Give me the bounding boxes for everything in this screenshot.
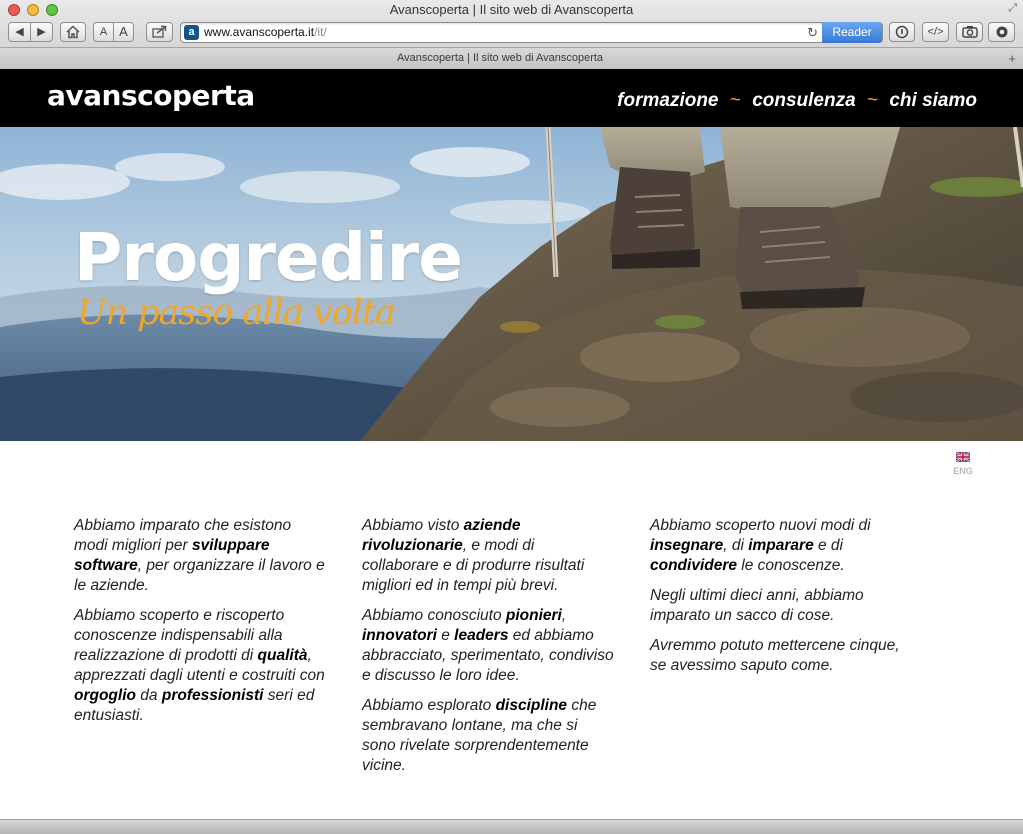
text-run: , di xyxy=(723,537,749,554)
text-run-bold: pionieri xyxy=(505,607,562,624)
paragraph: Abbiamo scoperto nuovi modi di insegnare… xyxy=(650,516,902,576)
text-run-bold: imparare xyxy=(748,537,814,554)
decrease-font-button[interactable]: A xyxy=(93,22,114,42)
text-run: e di xyxy=(813,537,844,554)
info-circle-icon xyxy=(895,25,909,39)
reload-icon[interactable]: ↻ xyxy=(807,23,818,42)
home-button[interactable] xyxy=(60,22,86,42)
window-bottom-edge xyxy=(0,819,1023,834)
column-1: Abbiamo imparato che esistono modi migli… xyxy=(74,516,326,736)
site-header: avanscoperta formazione ~ consulenza ~ c… xyxy=(0,69,1023,127)
url-text[interactable]: www.avanscoperta.it/it/ xyxy=(204,23,327,42)
text-run: le conoscenze. xyxy=(737,557,845,574)
paragraph: Abbiamo visto aziende rivoluzionarie, e … xyxy=(362,516,614,596)
forward-arrow-icon: ▶ xyxy=(37,26,46,38)
paragraph: Negli ultimi dieci anni, abbiamo imparat… xyxy=(650,586,902,626)
language-label: ENG xyxy=(953,466,973,476)
column-3: Abbiamo scoperto nuovi modi di insegnare… xyxy=(650,516,902,686)
minimize-window-button[interactable] xyxy=(27,4,39,16)
nav-separator: ~ xyxy=(729,90,741,111)
column-2: Abbiamo visto aziende rivoluzionarie, e … xyxy=(362,516,614,786)
nav-chi-siamo[interactable]: chi siamo xyxy=(889,90,977,112)
paragraph: Abbiamo imparato che esistono modi migli… xyxy=(74,516,326,596)
site-logo[interactable]: avanscoperta xyxy=(47,79,255,112)
url-path: /it/ xyxy=(314,25,327,39)
text-run: Avremmo potuto mettercene cinque, se ave… xyxy=(650,637,900,674)
hero-tagline: Un passo alla volta xyxy=(77,293,396,333)
nav-formazione[interactable]: formazione xyxy=(617,90,718,112)
text-run: Abbiamo scoperto nuovi modi di xyxy=(650,517,871,534)
paragraph: Abbiamo conosciuto pionieri, innovatori … xyxy=(362,606,614,686)
window-title: Avanscoperta | Il sito web di Avanscoper… xyxy=(389,2,634,17)
text-run-bold: condividere xyxy=(650,557,737,574)
text-run: Negli ultimi dieci anni, abbiamo imparat… xyxy=(650,587,864,624)
text-run: Abbiamo scoperto e riscoperto conoscenze… xyxy=(74,607,285,664)
nav-separator: ~ xyxy=(866,90,879,111)
browser-chrome: Avanscoperta | Il sito web di Avanscoper… xyxy=(0,0,1023,69)
uk-flag-icon xyxy=(956,452,970,462)
text-run-bold: insegnare xyxy=(650,537,724,554)
zoom-window-button[interactable] xyxy=(46,4,58,16)
back-arrow-icon: ◀ xyxy=(15,26,24,38)
record-circle-icon xyxy=(996,26,1007,38)
increase-font-button[interactable]: A xyxy=(113,22,134,42)
share-icon xyxy=(152,25,167,38)
language-switch[interactable]: ENG xyxy=(952,452,974,476)
reader-button[interactable]: Reader xyxy=(822,22,882,43)
paragraph: Abbiamo esplorato discipline che sembrav… xyxy=(362,696,614,776)
text-run-bold: qualità xyxy=(257,647,308,664)
text-run: e xyxy=(436,627,455,644)
back-button[interactable]: ◀ xyxy=(8,22,31,42)
main-nav: formazione ~ consulenza ~ chi siamo xyxy=(617,90,977,112)
tab-bar: Avanscoperta | Il sito web di Avanscoper… xyxy=(0,47,1023,69)
screenshot-button[interactable] xyxy=(956,22,983,42)
developer-button[interactable]: </> xyxy=(922,22,949,42)
text-run-bold: leaders xyxy=(454,627,509,644)
url-host: www.avanscoperta.it xyxy=(204,25,315,39)
text-run: Abbiamo esplorato xyxy=(362,697,496,714)
text-run: da xyxy=(136,687,162,704)
text-run-bold: orgoglio xyxy=(74,687,136,704)
text-run-bold: discipline xyxy=(495,697,568,714)
paragraph: Avremmo potuto mettercene cinque, se ave… xyxy=(650,636,902,676)
nav-consulenza[interactable]: consulenza xyxy=(752,90,855,112)
toolbar: ◀ ▶ A A a www.avanscoperta.it/it/ ↻ Read… xyxy=(0,21,1023,45)
tab-active[interactable]: Avanscoperta | Il sito web di Avanscoper… xyxy=(0,48,1000,69)
fullscreen-icon[interactable]: ⤢ xyxy=(1008,2,1017,15)
camera-icon xyxy=(961,26,978,38)
close-window-button[interactable] xyxy=(8,4,20,16)
text-run: Abbiamo conosciuto xyxy=(362,607,506,624)
text-run: , xyxy=(561,607,567,624)
text-run-bold: innovatori xyxy=(362,627,437,644)
extension-button[interactable] xyxy=(988,22,1015,42)
home-icon xyxy=(66,25,80,39)
forward-button[interactable]: ▶ xyxy=(30,22,53,42)
text-run-bold: professionisti xyxy=(161,687,264,704)
new-tab-icon[interactable]: + xyxy=(1008,48,1016,69)
text-run: Abbiamo visto xyxy=(362,517,464,534)
site-favicon: a xyxy=(184,25,199,40)
downloads-button[interactable] xyxy=(889,22,915,42)
hero-title: Progredire xyxy=(74,219,463,296)
hero-banner: Progredire Un passo alla volta xyxy=(0,127,1023,441)
share-button[interactable] xyxy=(146,22,173,42)
paragraph: Abbiamo scoperto e riscoperto conoscenze… xyxy=(74,606,326,726)
code-icon: </> xyxy=(927,26,944,38)
address-bar[interactable]: a www.avanscoperta.it/it/ ↻ Reader xyxy=(180,22,883,43)
